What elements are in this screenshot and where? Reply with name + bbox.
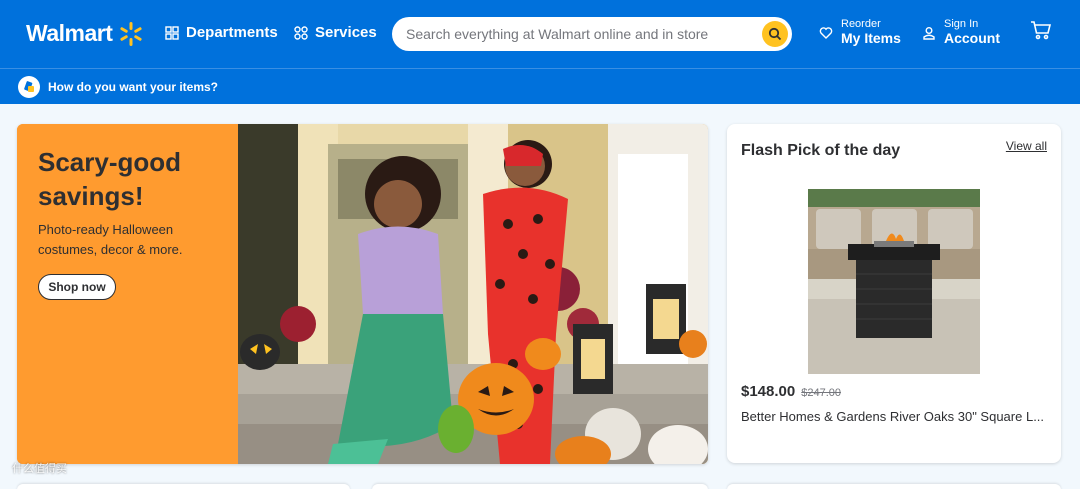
departments-button[interactable]: Departments [165,24,278,41]
signin-small-text: Sign In [944,18,979,30]
account-link[interactable]: Sign In Account [922,18,1000,47]
reorder-link[interactable]: Reorder My Items [819,18,901,47]
hero-text-panel: Scary-good savings! Photo-ready Hallowee… [17,124,238,464]
user-icon [923,26,935,40]
top-header: Walmart Departments Services Search ever… [0,0,1080,68]
hero-subtitle: Photo-ready Halloween costumes, decor & … [38,222,183,257]
cart-icon[interactable] [1030,20,1052,40]
walmart-logo[interactable]: Walmart [26,20,144,47]
next-row-card [727,484,1061,489]
logo-text: Walmart [26,20,113,46]
next-row-card [372,484,708,489]
watermark-text: 什么值得买 [12,463,67,475]
search-input[interactable] [406,17,762,51]
departments-label: Departments [186,24,278,41]
services-label: Services [315,24,377,41]
fulfillment-text: How do you want your items? [48,79,219,94]
next-row-card [17,484,350,489]
halloween-hero-banner[interactable]: Scary-good savings! Photo-ready Hallowee… [17,124,708,464]
price-row: $148.00 $247.00 [741,383,841,400]
phone-bag-icon [24,80,34,92]
services-icon [294,25,308,40]
search-icon [768,27,782,41]
shop-now-button[interactable]: Shop now [38,274,116,300]
view-all-link[interactable]: View all [1006,139,1047,153]
account-text: Account [944,30,1000,46]
current-price: $148.00 [741,383,796,400]
spark-logo-icon [120,21,142,46]
product-name-link[interactable]: Better Homes & Gardens River Oaks 30" Sq… [741,409,1051,424]
flash-pick-card: Flash Pick of the day View all $148.00 $… [727,124,1061,463]
grid-icon [165,25,179,40]
search-bar [392,17,792,51]
search-button[interactable] [762,21,788,47]
fulfillment-bar[interactable]: How do you want your items? [0,68,1080,104]
hero-title: Scary-good savings! [38,147,182,211]
fulfillment-icon [18,75,40,98]
halloween-kids-image [238,124,708,464]
original-price: $247.00 [801,387,841,399]
flash-pick-title: Flash Pick of the day [741,142,901,159]
my-items-text: My Items [841,30,901,46]
heart-icon [819,26,833,39]
reorder-small-text: Reorder [841,18,881,30]
services-button[interactable]: Services [294,24,377,41]
fire-table-product-image[interactable] [808,189,980,374]
